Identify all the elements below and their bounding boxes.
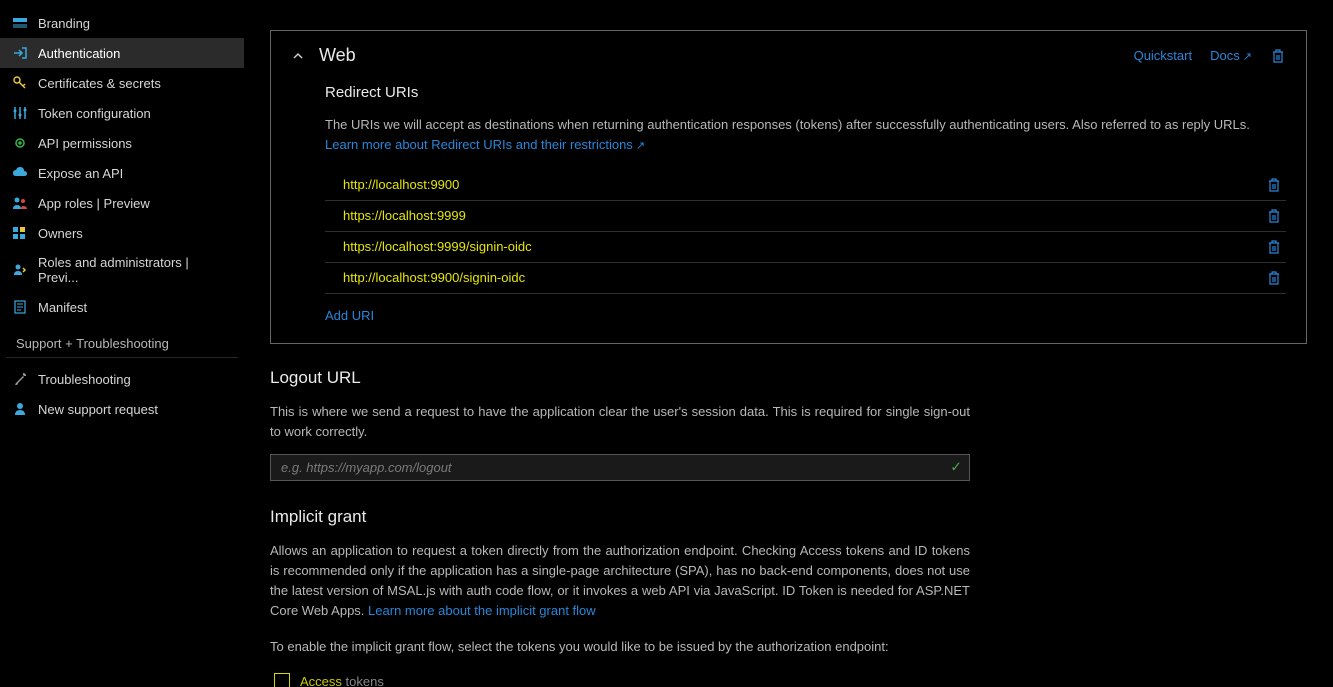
redirect-uri-list: http://localhost:9900 https://localhost:…: [325, 170, 1286, 294]
owners-icon: [12, 225, 28, 241]
implicit-enable-description: To enable the implicit grant flow, selec…: [270, 637, 970, 657]
access-tokens-label: Access tokens: [300, 674, 384, 687]
key-icon: [12, 75, 28, 91]
sidebar-item-label: New support request: [38, 402, 158, 417]
delete-platform-button[interactable]: [1270, 48, 1286, 64]
sidebar-item-manifest[interactable]: Manifest: [0, 292, 244, 322]
redirect-uri-row: https://localhost:9999: [325, 201, 1286, 232]
quickstart-link[interactable]: Quickstart: [1134, 48, 1193, 63]
logout-url-heading: Logout URL: [270, 368, 1307, 388]
sidebar-item-label: API permissions: [38, 136, 132, 151]
implicit-grant-heading: Implicit grant: [270, 507, 1307, 527]
redirect-uri-row: http://localhost:9900: [325, 170, 1286, 201]
sidebar-item-expose-api[interactable]: Expose an API: [0, 158, 244, 188]
sidebar-item-roles-admins[interactable]: Roles and administrators | Previ...: [0, 248, 244, 292]
sidebar: Branding Authentication Certificates & s…: [0, 0, 244, 687]
manifest-icon: [12, 299, 28, 315]
redirect-uri-value[interactable]: https://localhost:9999: [343, 208, 466, 223]
implicit-grant-description: Allows an application to request a token…: [270, 541, 970, 622]
implicit-grant-section: Implicit grant Allows an application to …: [270, 507, 1307, 687]
redirect-learn-more-link[interactable]: Learn more about Redirect URIs and their…: [325, 137, 645, 152]
implicit-learn-more-link[interactable]: Learn more about the implicit grant flow: [368, 603, 596, 618]
web-platform-panel: Web Quickstart Docs Redirect URIs The UR…: [270, 30, 1307, 344]
api-permissions-icon: [12, 135, 28, 151]
sidebar-item-new-support[interactable]: New support request: [0, 394, 244, 424]
redirect-uri-row: http://localhost:9900/signin-oidc: [325, 263, 1286, 294]
sidebar-item-label: Manifest: [38, 300, 87, 315]
sidebar-item-troubleshooting[interactable]: Troubleshooting: [0, 364, 244, 394]
redirect-uri-value[interactable]: https://localhost:9999/signin-oidc: [343, 239, 532, 254]
delete-uri-button[interactable]: [1266, 208, 1282, 224]
sliders-icon: [12, 105, 28, 121]
sidebar-item-token-config[interactable]: Token configuration: [0, 98, 244, 128]
roles-icon: [12, 262, 28, 278]
redirect-uri-value[interactable]: http://localhost:9900: [343, 177, 459, 192]
sidebar-item-label: Owners: [38, 226, 83, 241]
redirect-uris-description: The URIs we will accept as destinations …: [325, 115, 1265, 135]
access-tokens-checkbox[interactable]: [274, 673, 290, 687]
sidebar-item-authentication[interactable]: Authentication: [0, 38, 244, 68]
sidebar-item-label: App roles | Preview: [38, 196, 150, 211]
redirect-uri-value[interactable]: http://localhost:9900/signin-oidc: [343, 270, 525, 285]
logout-url-input[interactable]: [270, 454, 970, 481]
sidebar-item-branding[interactable]: Branding: [0, 8, 244, 38]
sidebar-item-api-permissions[interactable]: API permissions: [0, 128, 244, 158]
delete-uri-button[interactable]: [1266, 239, 1282, 255]
sidebar-item-owners[interactable]: Owners: [0, 218, 244, 248]
sidebar-item-certificates[interactable]: Certificates & secrets: [0, 68, 244, 98]
authentication-icon: [12, 45, 28, 61]
wrench-icon: [12, 371, 28, 387]
sidebar-item-label: Authentication: [38, 46, 120, 61]
people-icon: [12, 195, 28, 211]
collapse-toggle[interactable]: [291, 49, 305, 63]
redirect-uris-heading: Redirect URIs: [325, 84, 1286, 101]
panel-title: Web: [319, 45, 356, 66]
sidebar-item-label: Roles and administrators | Previ...: [38, 255, 232, 285]
main-content: Web Quickstart Docs Redirect URIs The UR…: [244, 0, 1333, 687]
redirect-uri-row: https://localhost:9999/signin-oidc: [325, 232, 1286, 263]
add-uri-button[interactable]: Add URI: [325, 308, 374, 323]
logout-url-section: Logout URL This is where we send a reque…: [270, 368, 1307, 481]
logout-url-description: This is where we send a request to have …: [270, 402, 970, 442]
delete-uri-button[interactable]: [1266, 270, 1282, 286]
docs-link[interactable]: Docs: [1210, 48, 1252, 63]
delete-uri-button[interactable]: [1266, 177, 1282, 193]
person-icon: [12, 401, 28, 417]
sidebar-item-app-roles[interactable]: App roles | Preview: [0, 188, 244, 218]
sidebar-item-label: Token configuration: [38, 106, 151, 121]
sidebar-item-label: Branding: [38, 16, 90, 31]
cloud-icon: [12, 165, 28, 181]
sidebar-item-label: Expose an API: [38, 166, 123, 181]
sidebar-section-support: Support + Troubleshooting: [6, 322, 238, 358]
input-valid-icon: ✓: [950, 459, 962, 476]
sidebar-item-label: Troubleshooting: [38, 372, 131, 387]
branding-icon: [12, 15, 28, 31]
access-tokens-checkbox-row[interactable]: Access tokens: [274, 673, 384, 687]
panel-header: Web Quickstart Docs: [291, 45, 1286, 66]
sidebar-item-label: Certificates & secrets: [38, 76, 161, 91]
